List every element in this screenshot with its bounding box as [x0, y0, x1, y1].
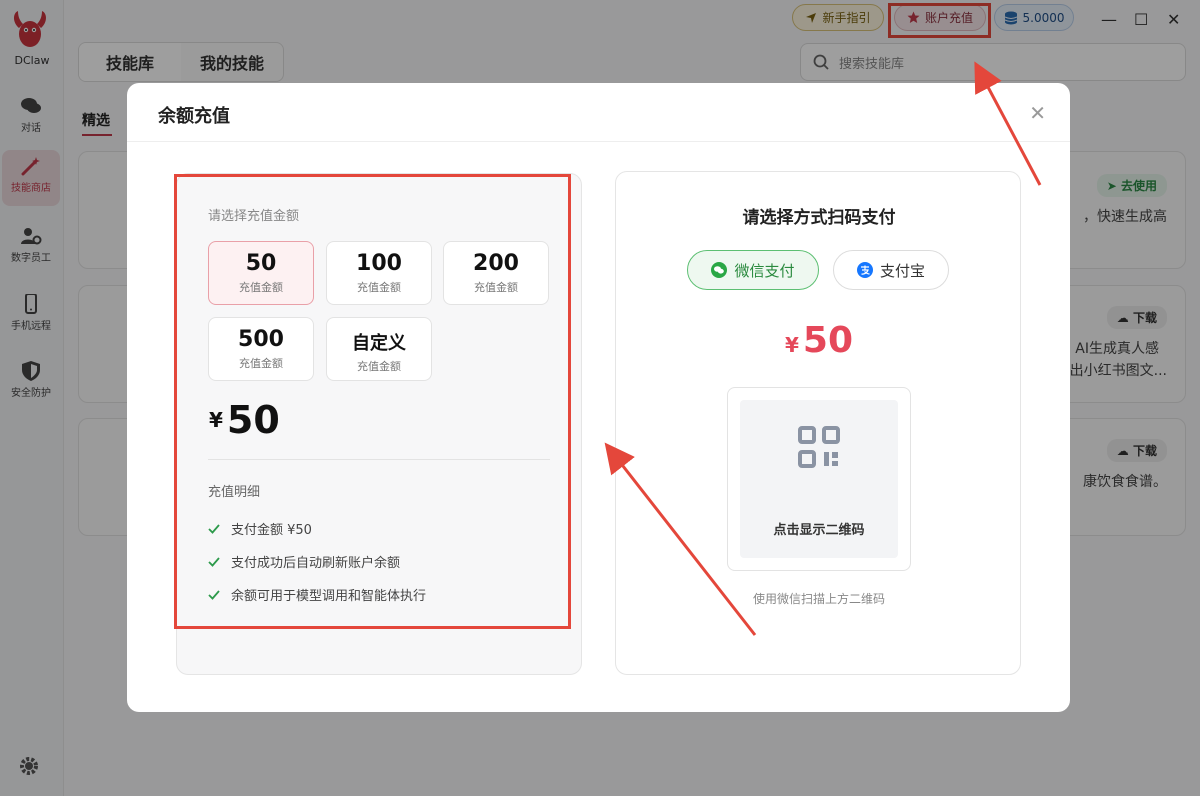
wechat-pay-button[interactable]: 微信支付: [687, 250, 819, 290]
modal-title: 余额充值: [158, 106, 230, 127]
scan-hint: 使用微信扫描上方二维码: [752, 592, 885, 606]
recharge-modal: 余额充值 ✕ 请选择充值金额 50 充值金额 100 充值金额 200 充值金额…: [127, 83, 1070, 712]
alipay-icon: [856, 262, 873, 278]
payment-panel: 请选择方式扫码支付 微信支付 支付宝 ¥50 点击显示二维码 使用微信扫描上方二…: [615, 171, 1021, 675]
wechat-icon: [711, 262, 728, 278]
close-icon[interactable]: ✕: [1029, 101, 1046, 125]
qr-code-icon: [798, 426, 840, 468]
qr-hint: 点击显示二维码: [773, 523, 865, 538]
divider: [127, 141, 1070, 142]
annotation-highlight-amount-panel: [174, 174, 571, 629]
alipay-button[interactable]: 支付宝: [833, 250, 949, 290]
payment-amount: ¥50: [784, 320, 854, 361]
payment-title: 请选择方式扫码支付: [742, 208, 896, 228]
qr-code-box[interactable]: 点击显示二维码: [727, 387, 911, 571]
qr-placeholder[interactable]: 点击显示二维码: [740, 400, 898, 558]
